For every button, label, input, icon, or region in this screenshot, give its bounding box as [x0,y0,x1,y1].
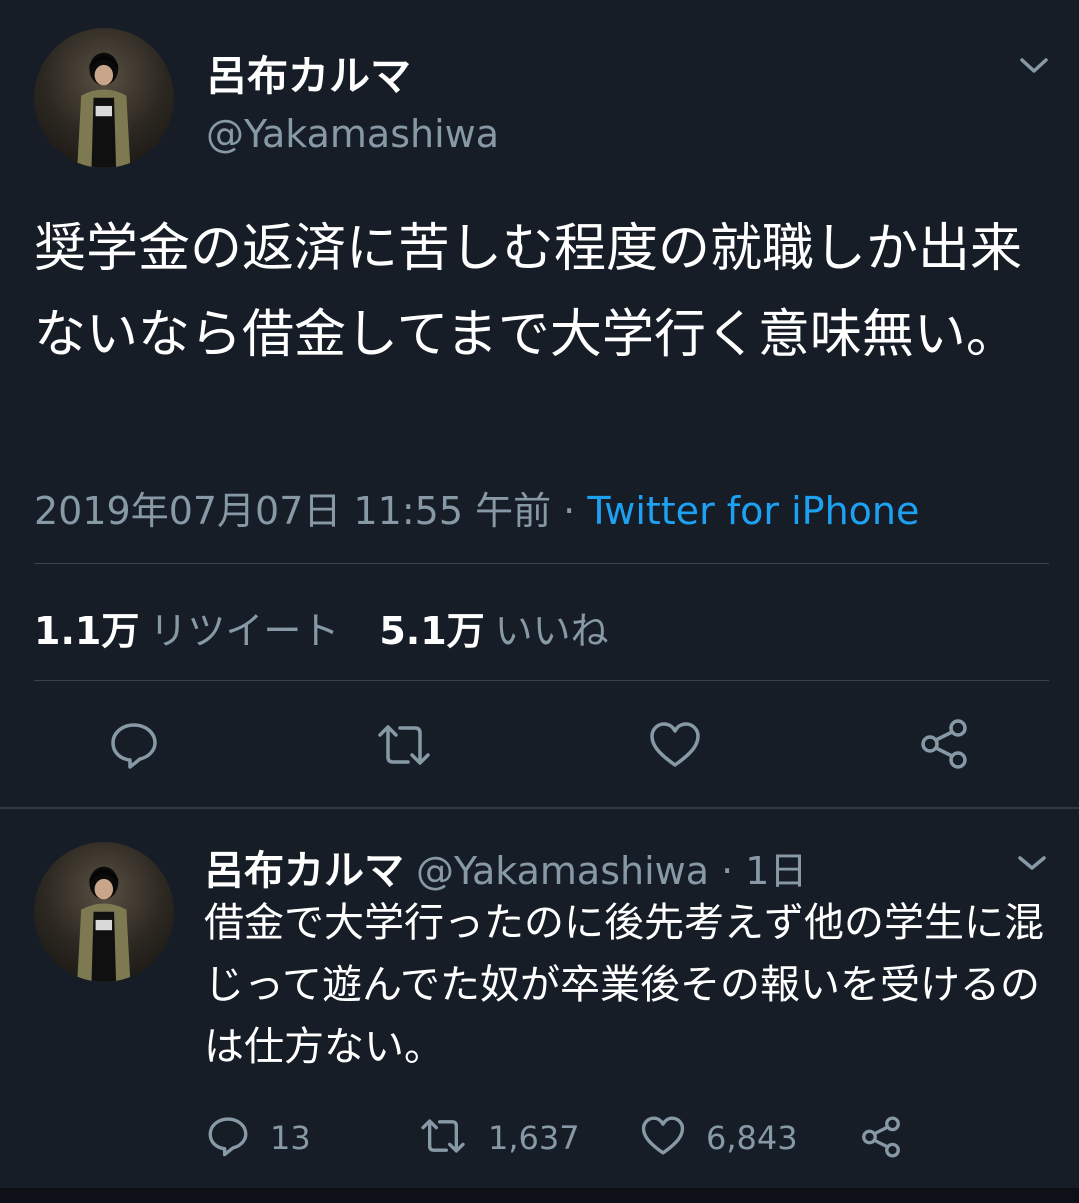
share-icon [858,1114,904,1164]
user-handle[interactable]: @Yakamashiwa [206,112,499,156]
chevron-down-icon[interactable] [1012,848,1052,878]
tweet-text: 奨学金の返済に苦しむ程度の就職しか出来ないなら借金してまで大学行く意味無い。 [34,219,1023,365]
avatar[interactable] [34,28,174,168]
share-icon[interactable] [916,716,972,772]
divider [34,563,1049,564]
tweet-text: 借金で大学行ったのに後先考えず他の学生に混じって遊んでた奴が卒業後その報いを受け… [204,900,1044,1070]
share-button[interactable] [858,1114,904,1164]
like-icon [640,1114,686,1162]
source-link[interactable]: Twitter for iPhone [587,489,919,533]
main-tweet: 呂布カルマ @Yakamashiwa 奨学金の返済に苦しむ程度の就職しか出来ない… [0,0,1079,808]
reply-icon [206,1114,250,1162]
like-button[interactable]: 6,843 [640,1114,798,1162]
tweet-meta: 2019年07月07日 11:55 午前 · Twitter for iPhon… [34,480,919,535]
tweet-separator [0,807,1079,809]
profile-photo [77,52,131,168]
retweet-count[interactable]: 1.1万 [34,609,139,653]
retweet-count: 1,637 [488,1119,580,1157]
avatar[interactable] [34,842,174,982]
timestamp: 2019年07月07日 11:55 午前 · [34,489,588,533]
reply-header: 呂布カルマ @Yakamashiwa · 1日 [204,838,807,896]
chevron-down-icon[interactable] [1014,50,1054,80]
retweet-icon [418,1114,468,1162]
engagement-stats: 1.1万 リツイート 5.1万 いいね [34,600,609,655]
divider [34,680,1049,681]
profile-photo [77,866,131,982]
like-count: 6,843 [706,1119,798,1157]
like-count[interactable]: 5.1万 [379,609,484,653]
reply-count: 13 [270,1119,311,1157]
reply-button[interactable]: 13 [206,1114,311,1162]
retweet-label[interactable]: リツイート [149,609,339,653]
handle-and-time[interactable]: @Yakamashiwa · 1日 [416,849,807,893]
like-label[interactable]: いいね [495,609,609,653]
display-name[interactable]: 呂布カルマ [206,42,411,102]
bottom-edge [0,1188,1079,1203]
reply-icon[interactable] [108,719,160,771]
like-icon[interactable] [648,719,702,771]
display-name[interactable]: 呂布カルマ [204,848,404,894]
retweet-icon[interactable] [374,719,434,771]
retweet-button[interactable]: 1,637 [418,1114,580,1162]
